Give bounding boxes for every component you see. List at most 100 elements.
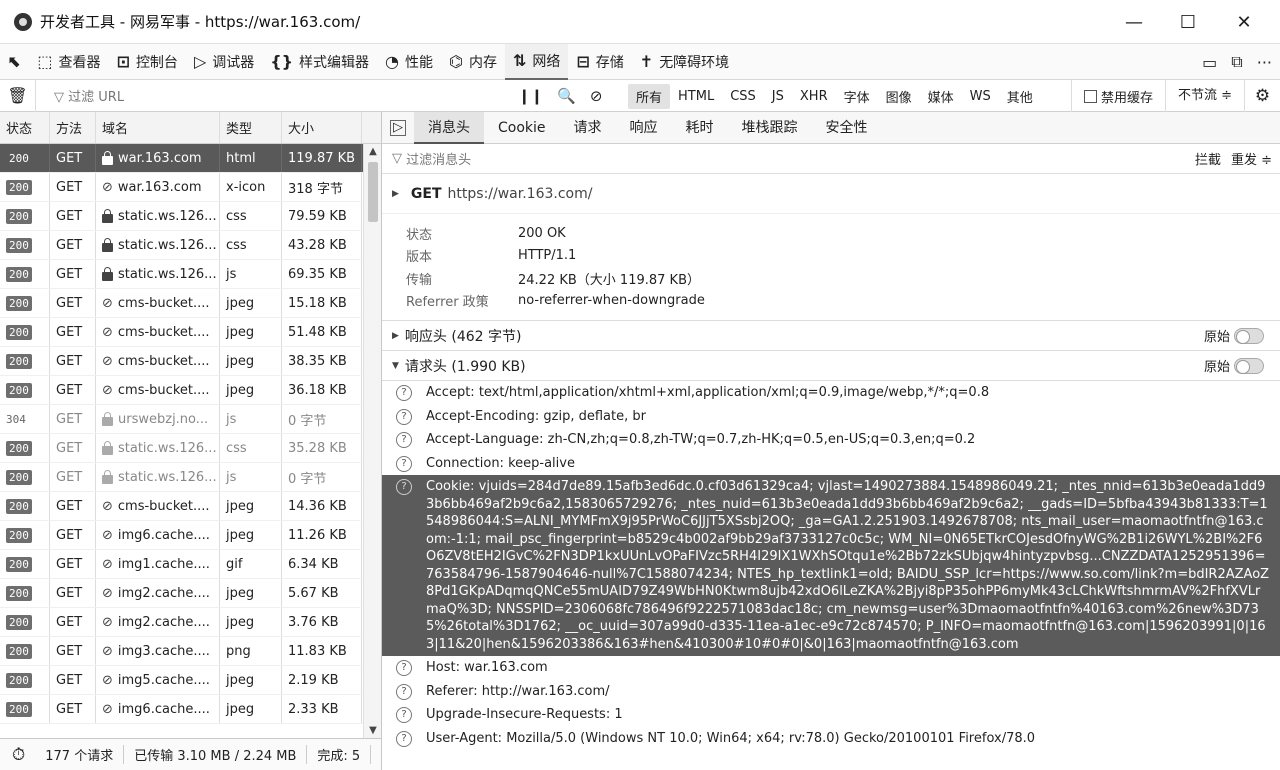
- dock-icon[interactable]: ⧉: [1231, 52, 1242, 72]
- tab-debugger[interactable]: ▷ 调试器: [186, 44, 262, 80]
- scroll-up-icon[interactable]: ▲: [364, 146, 381, 157]
- header-row[interactable]: ? Host: war.163.com: [382, 656, 1280, 680]
- type-filter-fonts[interactable]: 字体: [836, 84, 878, 109]
- table-row[interactable]: 200 GET static.ws.126... css 35.28 KB: [0, 434, 381, 463]
- table-row[interactable]: 200 GET ⊘ img5.cache.... jpeg 2.19 KB: [0, 666, 381, 695]
- table-row[interactable]: 200 GET static.ws.126... js 0 字节: [0, 463, 381, 492]
- table-row[interactable]: 200 GET ⊘ war.163.com x-icon 318 字节: [0, 173, 381, 202]
- tab-response[interactable]: 响应: [616, 112, 672, 144]
- column-size[interactable]: 大小: [282, 112, 362, 143]
- scroll-down-icon[interactable]: ▼: [364, 725, 381, 736]
- throttle-select[interactable]: 不节流 ≑: [1164, 80, 1244, 112]
- tab-console[interactable]: ⊡ 控制台: [109, 44, 186, 80]
- table-row[interactable]: 200 GET ⊘ img2.cache.... jpeg 3.76 KB: [0, 608, 381, 637]
- help-icon[interactable]: ?: [396, 707, 412, 723]
- table-row[interactable]: 200 GET ⊘ cms-bucket.... jpeg 15.18 KB: [0, 289, 381, 318]
- help-icon[interactable]: ?: [396, 479, 412, 495]
- header-row[interactable]: ? Accept-Language: zh-CN,zh;q=0.8,zh-TW;q…: [382, 428, 1280, 452]
- table-row[interactable]: 200 GET static.ws.126... css 79.59 KB: [0, 202, 381, 231]
- disable-cache-checkbox[interactable]: 禁用缓存: [1070, 80, 1165, 112]
- more-options-icon[interactable]: ···: [1257, 53, 1272, 72]
- tab-headers[interactable]: 消息头: [414, 112, 484, 144]
- gear-icon[interactable]: ⚙: [1244, 80, 1280, 112]
- table-row[interactable]: 200 GET static.ws.126... js 69.35 KB: [0, 260, 381, 289]
- type-filter-html[interactable]: HTML: [670, 86, 722, 107]
- help-icon[interactable]: ?: [396, 730, 412, 747]
- header-row[interactable]: ? Connection: keep-alive: [382, 452, 1280, 476]
- tab-cookie[interactable]: Cookie: [484, 112, 560, 144]
- raw-toggle[interactable]: 原始: [1204, 326, 1264, 345]
- column-status[interactable]: 状态: [0, 112, 50, 143]
- table-row[interactable]: 304 GET urswebzj.no... js 0 字节: [0, 405, 381, 434]
- block-button[interactable]: 拦截: [1195, 149, 1221, 168]
- tab-timings[interactable]: 耗时: [672, 112, 728, 144]
- tab-memory[interactable]: ⌬ 内存: [441, 44, 505, 80]
- table-row[interactable]: 200 GET ⊘ cms-bucket.... jpeg 38.35 KB: [0, 347, 381, 376]
- url-filter-input[interactable]: ▽ 过滤 URL: [54, 86, 534, 105]
- block-icon[interactable]: ⊘: [590, 87, 603, 105]
- response-headers-section[interactable]: ▶ 响应头 (462 字节) 原始: [382, 321, 1280, 351]
- table-row[interactable]: 200 GET ⊘ img1.cache.... gif 6.34 KB: [0, 550, 381, 579]
- type-filter-images[interactable]: 图像: [878, 84, 920, 109]
- tab-security[interactable]: 安全性: [812, 112, 882, 144]
- help-icon[interactable]: ?: [396, 660, 412, 676]
- header-row[interactable]: ? Cookie: vjuids=284d7de89.15afb3ed6dc.0.…: [382, 475, 1280, 656]
- search-icon[interactable]: 🔍: [557, 87, 576, 105]
- table-row[interactable]: 200 GET ⊘ cms-bucket.... jpeg 36.18 KB: [0, 376, 381, 405]
- resend-button[interactable]: 重发 ≑: [1231, 149, 1272, 168]
- headers-filter[interactable]: ▽ 过滤消息头 拦截 重发 ≑: [382, 144, 1280, 174]
- type-filter-all[interactable]: 所有: [628, 83, 671, 109]
- table-row[interactable]: 200 GET ⊘ img6.cache.... jpeg 11.26 KB: [0, 521, 381, 550]
- toggle-switch[interactable]: [1234, 327, 1264, 344]
- column-type[interactable]: 类型: [220, 112, 282, 143]
- request-headers-section[interactable]: ▼ 请求头 (1.990 KB) 原始: [382, 351, 1280, 381]
- header-row[interactable]: ? Accept: text/html,application/xhtml+xml…: [382, 381, 1280, 405]
- responsive-design-icon[interactable]: ▭: [1202, 53, 1217, 72]
- clear-trash-icon[interactable]: 🗑: [0, 79, 36, 112]
- close-button[interactable]: ✕: [1218, 0, 1270, 44]
- tab-network[interactable]: ⇅ 网络: [504, 43, 569, 80]
- raw-toggle[interactable]: 原始: [1204, 356, 1264, 375]
- tab-performance[interactable]: ◔ 性能: [377, 44, 441, 80]
- table-row[interactable]: 200 GET ⊘ img6.cache.... jpeg 2.33 KB: [0, 695, 381, 724]
- toggle-panel-icon[interactable]: ▷: [390, 119, 406, 136]
- tab-storage[interactable]: ⊟ 存储: [568, 44, 631, 80]
- help-icon[interactable]: ?: [396, 408, 412, 425]
- table-row[interactable]: 200 GET ⊘ img3.cache.... png 11.83 KB: [0, 637, 381, 666]
- help-icon[interactable]: ?: [396, 385, 412, 401]
- type-filter-ws[interactable]: WS: [962, 86, 999, 107]
- tab-request[interactable]: 请求: [560, 112, 616, 144]
- pause-icon[interactable]: ❙❙: [518, 87, 543, 105]
- tab-inspector[interactable]: ⬚ 查看器: [29, 44, 108, 80]
- header-row[interactable]: ? Referer: http://war.163.com/: [382, 680, 1280, 704]
- request-list-scrollbar[interactable]: ▲ ▼: [363, 144, 381, 738]
- type-filter-xhr[interactable]: XHR: [792, 86, 836, 107]
- status-badge: 200: [6, 614, 32, 630]
- tab-accessibility[interactable]: ✝ 无障碍环境: [632, 44, 737, 80]
- help-icon[interactable]: ?: [396, 455, 412, 472]
- scroll-thumb[interactable]: [368, 162, 378, 222]
- type-filter-css[interactable]: CSS: [722, 86, 764, 107]
- help-icon[interactable]: ?: [396, 683, 412, 700]
- column-domain[interactable]: 域名: [96, 112, 220, 143]
- type-filter-other[interactable]: 其他: [999, 84, 1041, 109]
- type-filter-media[interactable]: 媒体: [920, 84, 962, 109]
- maximize-button[interactable]: ☐: [1162, 0, 1214, 44]
- tab-stack-trace[interactable]: 堆栈跟踪: [728, 112, 812, 144]
- type-filter-js[interactable]: JS: [764, 86, 792, 107]
- header-row[interactable]: ? Upgrade-Insecure-Requests: 1: [382, 703, 1280, 727]
- tab-style-editor[interactable]: {} 样式编辑器: [262, 44, 377, 80]
- table-row[interactable]: 200 GET ⊘ cms-bucket.... jpeg 14.36 KB: [0, 492, 381, 521]
- table-row[interactable]: 200 GET ⊘ img2.cache.... jpeg 5.67 KB: [0, 579, 381, 608]
- table-row[interactable]: 200 GET static.ws.126... css 43.28 KB: [0, 231, 381, 260]
- table-row[interactable]: 200 GET war.163.com html 119.87 KB: [0, 144, 381, 173]
- toggle-switch[interactable]: [1234, 357, 1264, 374]
- header-row[interactable]: ? Accept-Encoding: gzip, deflate, br: [382, 405, 1280, 429]
- help-icon[interactable]: ?: [396, 432, 412, 448]
- header-row[interactable]: ? User-Agent: Mozilla/5.0 (Windows NT 10.…: [382, 727, 1280, 751]
- minimize-button[interactable]: —: [1108, 0, 1160, 44]
- pick-element-button[interactable]: ⬉: [0, 44, 29, 80]
- column-method[interactable]: 方法: [50, 112, 96, 143]
- request-summary[interactable]: ▶ GET https://war.163.com/: [382, 174, 1280, 214]
- table-row[interactable]: 200 GET ⊘ cms-bucket.... jpeg 51.48 KB: [0, 318, 381, 347]
